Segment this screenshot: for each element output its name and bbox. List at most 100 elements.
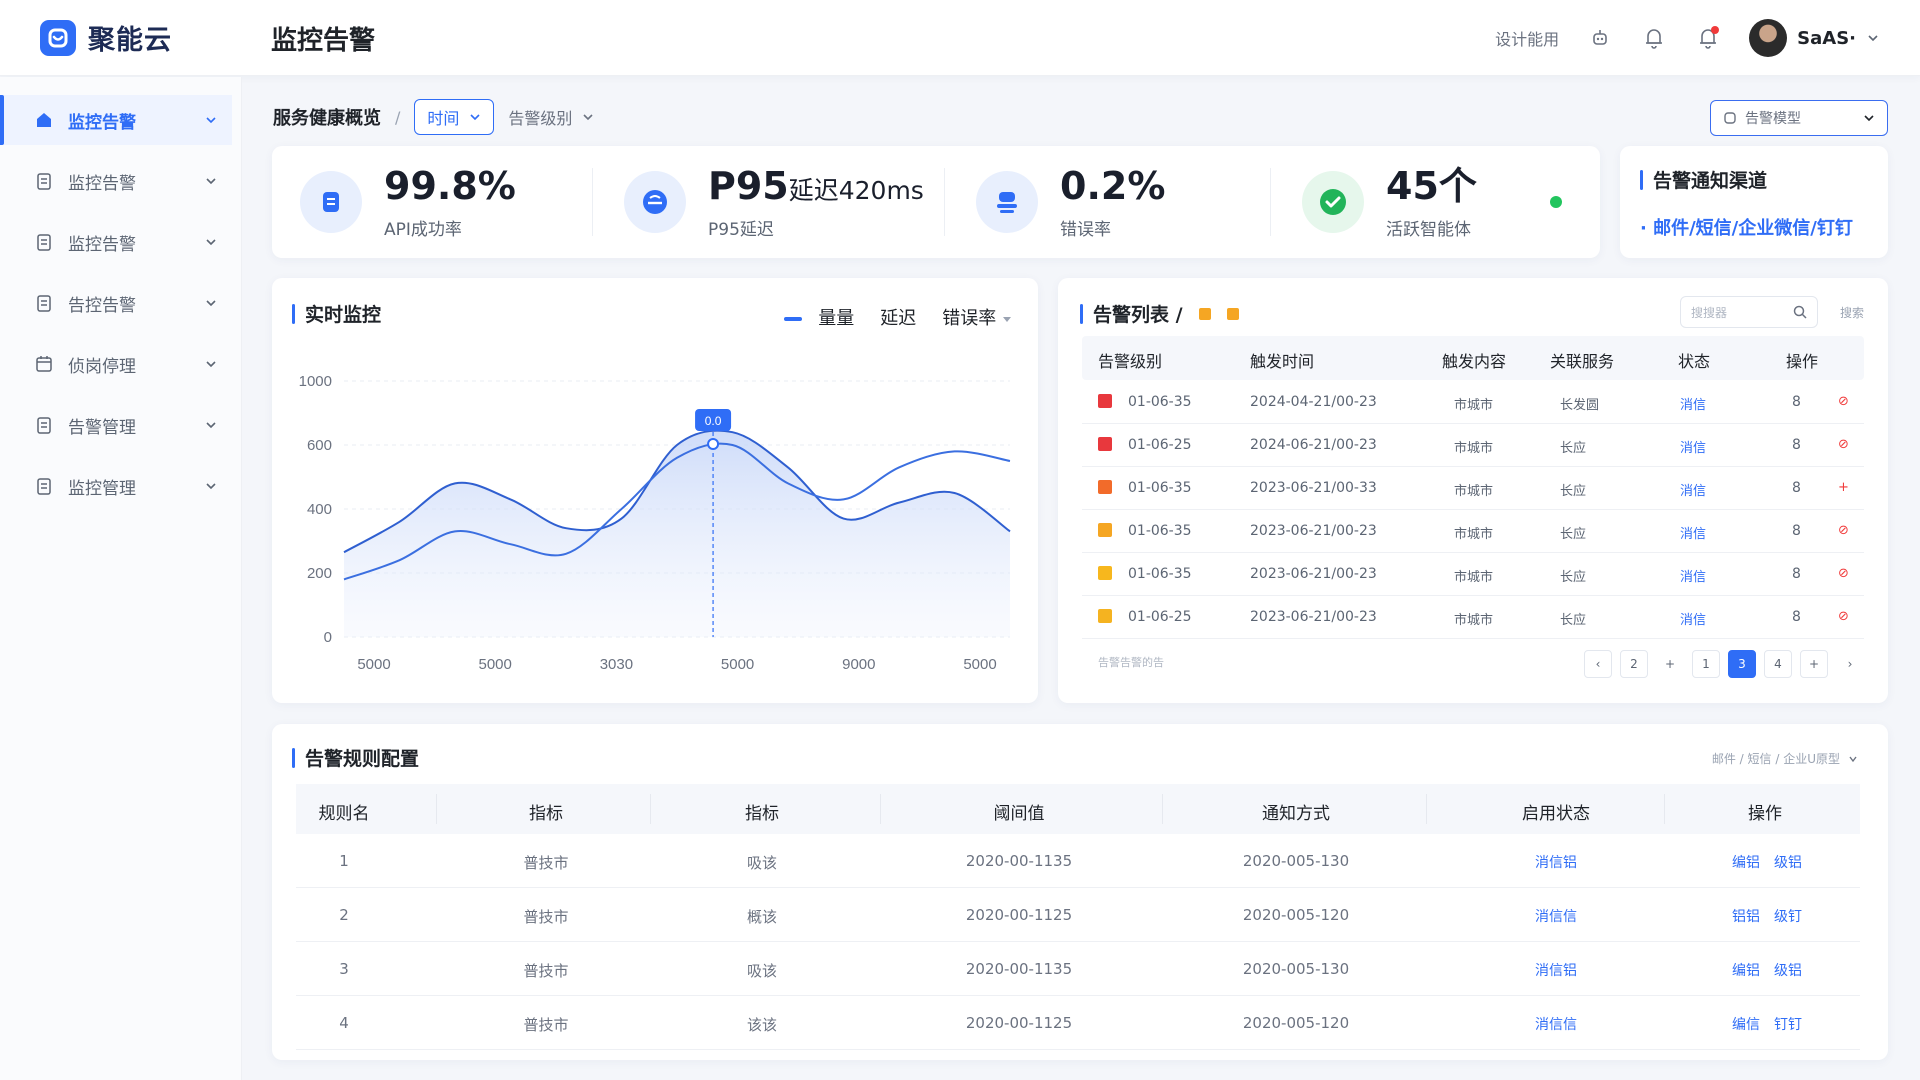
table-row[interactable]: 1 普技市 吸该 2020-00-1135 2020-005-130 消信铝 编铝 级铝: [296, 834, 1860, 888]
col-header: 启用状态: [1522, 804, 1590, 824]
table-row[interactable]: 3 普技市 吸该 2020-00-1135 2020-005-130 消信铝 编铝 级铝: [296, 942, 1860, 996]
level-select[interactable]: 告警级别: [508, 105, 594, 129]
sidebar-item-label: 监控告警: [68, 234, 136, 255]
notify-channels-link[interactable]: · 邮件/短信/企业微信/钉钉: [1640, 214, 1853, 240]
sidebar-item[interactable]: 告警管理: [0, 400, 232, 450]
kpi-api-success: 99.8% API成功率: [300, 146, 516, 258]
sidebar-item[interactable]: 告控告警: [0, 278, 232, 328]
alert-status-link[interactable]: 消信: [1680, 566, 1706, 585]
alert-status-link[interactable]: 消信: [1680, 437, 1706, 456]
rule-status-link[interactable]: 消信信: [1535, 1014, 1577, 1034]
sidebar-item[interactable]: 监控告警: [0, 156, 232, 206]
level-indicator: [1098, 523, 1112, 537]
table-row[interactable]: 01-06-35 2024-04-21/00-23 市城市 长发圆 消信 8 ⊘: [1082, 381, 1864, 424]
rule-edit-link[interactable]: 铝铝: [1732, 906, 1760, 926]
page-button[interactable]: +: [1656, 650, 1684, 678]
chevron-down-icon: [1868, 35, 1878, 42]
kpi-label: API成功率: [384, 220, 462, 240]
rule-edit-link[interactable]: 编铝: [1732, 960, 1760, 980]
alert-list-card: 告警列表 / 搜搜器 搜索 告警级别 触发时间 触发内容 关联服务 状态 操作 …: [1058, 278, 1888, 703]
rule-status-link[interactable]: 消信铝: [1535, 960, 1577, 980]
notification-icon[interactable]: [1695, 25, 1721, 51]
search-link[interactable]: 搜索: [1840, 304, 1864, 321]
breadcrumb[interactable]: 服务健康概览: [273, 104, 381, 130]
alert-status-link[interactable]: 消信: [1680, 394, 1706, 413]
alert-status-link[interactable]: 消信: [1680, 523, 1706, 542]
sidebar-item-label: 监控告警: [68, 112, 136, 133]
user-menu[interactable]: SaAS·: [1749, 19, 1880, 57]
sidebar-item[interactable]: 监控告警: [0, 217, 232, 267]
alert-status-link[interactable]: 消信: [1680, 609, 1706, 628]
table-row[interactable]: 01-06-25 2024-06-21/00-23 市城市 长应 消信 8 ⊘: [1082, 424, 1864, 467]
y-tick-label: 200: [307, 565, 332, 582]
sidebar-item[interactable]: 监控管理: [0, 461, 232, 511]
chart-legend: 量量 延迟 错误率: [784, 304, 1012, 330]
rule-edit-link[interactable]: 编铝: [1732, 852, 1760, 872]
rule-name: 4: [339, 1014, 349, 1032]
rule-op-link[interactable]: 级铝: [1774, 852, 1802, 872]
table-row[interactable]: 01-06-35 2023-06-21/00-23 市城市 长应 消信 8 ⊘: [1082, 510, 1864, 553]
alert-type-select[interactable]: 告警模型: [1710, 100, 1888, 136]
alert-action-button[interactable]: ⊘: [1838, 437, 1849, 452]
rule-metric: 普技市: [523, 854, 569, 872]
rule-op-link[interactable]: 级钉: [1774, 906, 1802, 926]
alert-level: 01-06-35: [1128, 480, 1192, 496]
alert-action-button[interactable]: ⊘: [1838, 609, 1849, 624]
kpi-value: 99.8%: [384, 164, 516, 208]
page-button[interactable]: ‹: [1584, 650, 1612, 678]
page-button[interactable]: 3: [1728, 650, 1756, 678]
brand[interactable]: 聚能云: [40, 18, 172, 57]
page-button[interactable]: 4: [1764, 650, 1792, 678]
page-button[interactable]: 1: [1692, 650, 1720, 678]
alert-action-button[interactable]: ⊘: [1838, 394, 1849, 409]
alert-action-button[interactable]: ⊘: [1838, 566, 1849, 581]
table-row[interactable]: 01-06-25 2023-06-21/00-23 市城市 长应 消信 8 ⊘: [1082, 596, 1864, 639]
col-header: 通知方式: [1262, 804, 1330, 824]
legend-item-error-rate[interactable]: 错误率: [942, 304, 1012, 330]
alert-status-link[interactable]: 消信: [1680, 480, 1706, 499]
robot-icon[interactable]: [1587, 25, 1613, 51]
alert-search-input[interactable]: 搜搜器: [1680, 296, 1818, 328]
tooltip-point[interactable]: [707, 438, 720, 450]
time-select-label: 时间: [427, 109, 460, 128]
alert-count: 8: [1792, 566, 1801, 582]
table-row[interactable]: 01-06-35 2023-06-21/00-33 市城市 长应 消信 8 +: [1082, 467, 1864, 510]
document-icon: [34, 476, 54, 496]
page-button[interactable]: ›: [1836, 650, 1864, 678]
design-link[interactable]: 设计能用: [1495, 26, 1559, 50]
x-tick-label: 5000: [357, 656, 390, 673]
rule-status-link[interactable]: 消信信: [1535, 906, 1577, 926]
page-button[interactable]: +: [1800, 650, 1828, 678]
y-tick-label: 0: [324, 629, 332, 646]
rule-op-link[interactable]: 级铝: [1774, 960, 1802, 980]
rule-edit-link[interactable]: 编信: [1732, 1014, 1760, 1034]
sidebar-item[interactable]: 侦岗停理: [0, 339, 232, 389]
time-select[interactable]: 时间: [414, 99, 495, 135]
alert-action-button[interactable]: ⊘: [1838, 523, 1849, 538]
kpi-divider: [944, 168, 945, 236]
alert-level: 01-06-35: [1128, 394, 1192, 410]
table-row[interactable]: 2 普技市 概该 2020-00-1125 2020-005-120 消信信 铝铝 级钉: [296, 888, 1860, 942]
rule-status-link[interactable]: 消信铝: [1535, 852, 1577, 872]
legend-item-latency[interactable]: 延迟: [880, 304, 916, 330]
sidebar-item-label: 监控告警: [68, 173, 136, 194]
alert-content: 市城市: [1454, 613, 1494, 628]
sidebar-item[interactable]: 监控告警: [0, 95, 232, 145]
bell-icon[interactable]: [1641, 25, 1667, 51]
document-icon: [34, 293, 54, 313]
rules-channel-select[interactable]: 邮件 / 短信 / 企业U原型: [1712, 750, 1858, 767]
alert-level: 01-06-35: [1128, 523, 1192, 539]
rule-metric: 普技市: [523, 1016, 569, 1034]
rule-op-link[interactable]: 钉钉: [1774, 1014, 1802, 1034]
table-row[interactable]: 01-06-35 2023-06-21/00-23 市城市 长应 消信 8 ⊘: [1082, 553, 1864, 596]
alert-service: 长应: [1560, 527, 1587, 542]
document-icon: [34, 415, 54, 435]
table-row[interactable]: 4 普技市 该该 2020-00-1125 2020-005-120 消信信 编信 钉钉: [296, 996, 1860, 1050]
document-icon: [300, 171, 362, 233]
top-right-tools: 设计能用 SaAS·: [1495, 16, 1880, 60]
page-button[interactable]: 2: [1620, 650, 1648, 678]
legend-item-traffic[interactable]: 量量: [784, 304, 854, 330]
alert-action-button[interactable]: +: [1838, 480, 1849, 495]
rule-metric: 该该: [746, 1016, 778, 1034]
kpi-label: 活跃智能体: [1386, 220, 1471, 240]
